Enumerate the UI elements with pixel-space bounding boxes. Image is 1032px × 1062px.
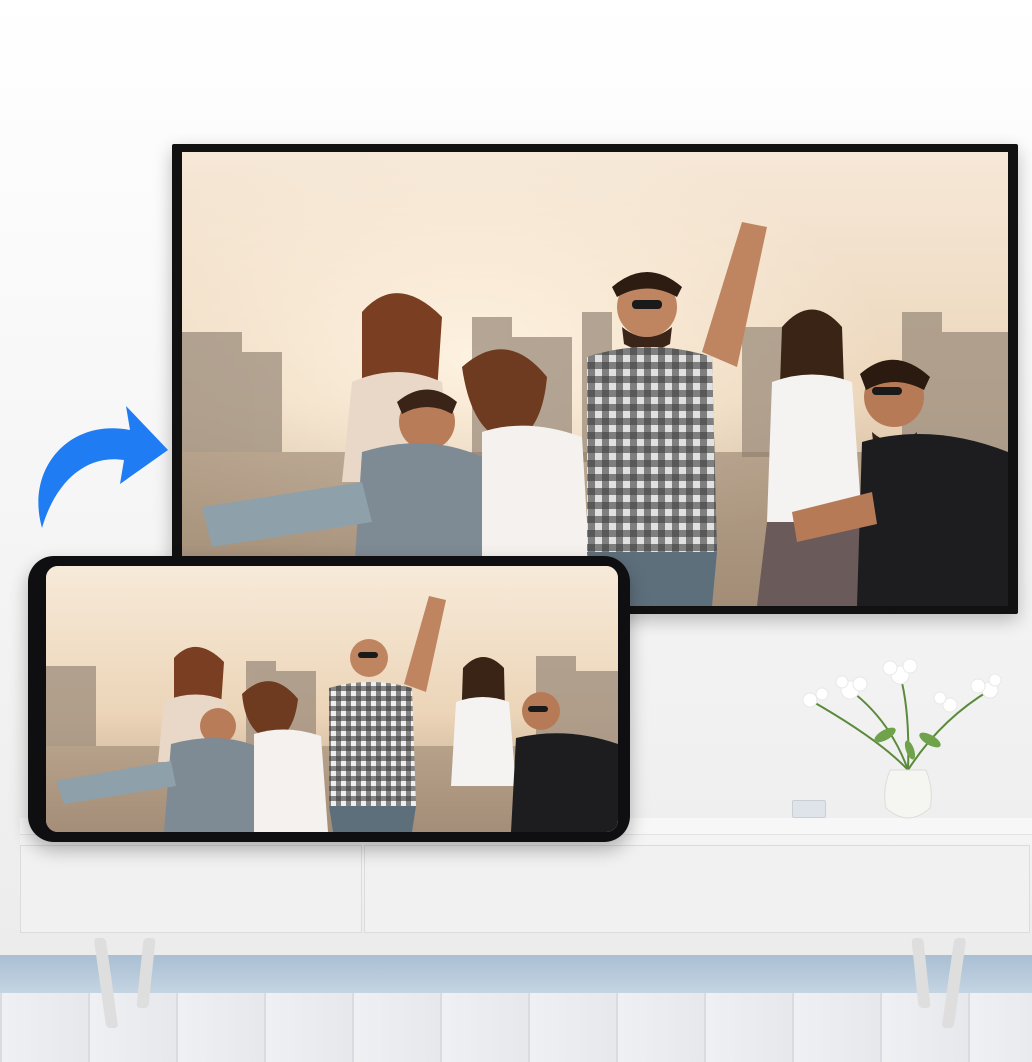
group-photo-illustration-small [46, 566, 618, 832]
group-photo-illustration [182, 152, 1008, 606]
tv-console-cabinet [20, 834, 1032, 941]
smartphone [28, 556, 630, 842]
baseboard [0, 955, 1032, 993]
television [172, 144, 1018, 614]
wood-floor [0, 993, 1032, 1062]
tv-screen-photo [182, 152, 1008, 606]
console-door-right [364, 845, 1030, 933]
phone-screen-photo [46, 566, 618, 832]
cast-arrow-icon [38, 406, 169, 528]
small-book [792, 800, 826, 818]
console-door-left [20, 845, 362, 933]
